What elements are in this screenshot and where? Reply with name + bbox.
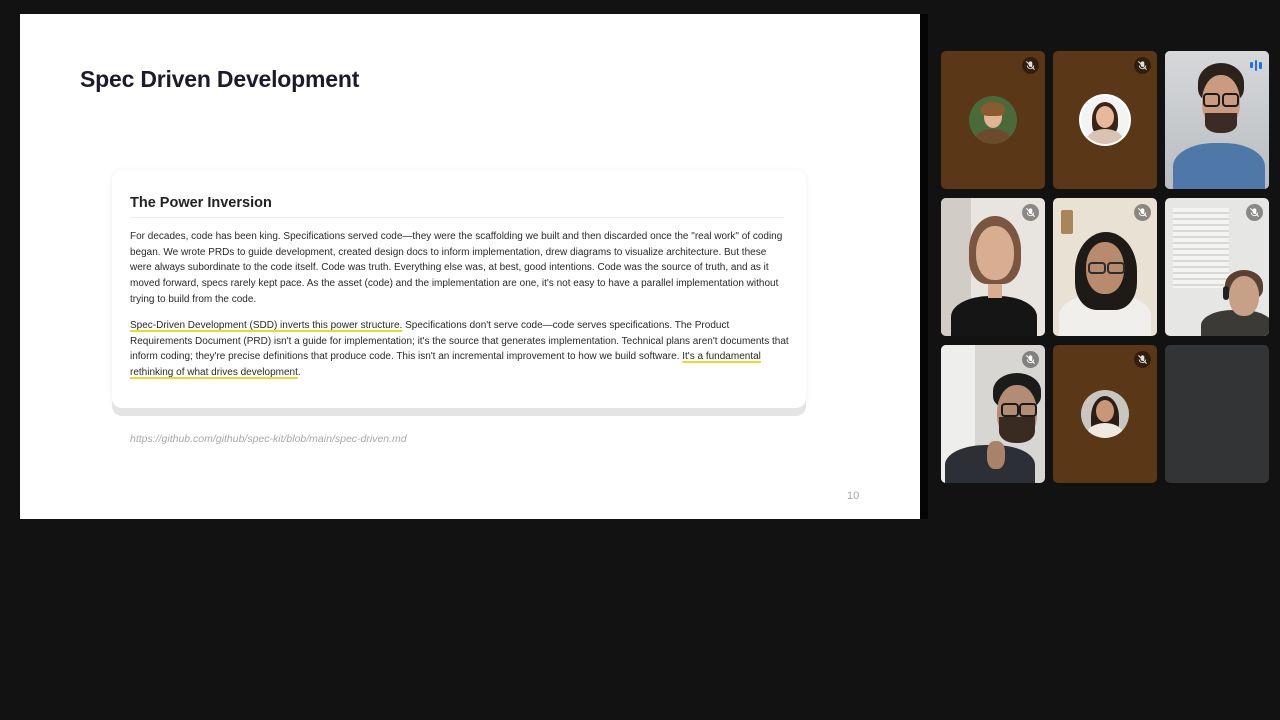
avatar xyxy=(1081,96,1129,144)
card-heading: The Power Inversion xyxy=(130,195,272,211)
audio-level-icon xyxy=(1249,58,1263,72)
mic-off-icon xyxy=(1134,57,1151,74)
card-divider xyxy=(130,217,784,218)
quote-card: The Power Inversion For decades, code ha… xyxy=(112,170,806,408)
slide-edge xyxy=(920,14,928,519)
participant-tile[interactable] xyxy=(1053,345,1157,483)
paragraph-text: . xyxy=(297,367,301,379)
participant-tile[interactable] xyxy=(941,51,1045,189)
slide-title: Spec Driven Development xyxy=(80,66,360,92)
source-link: https://github.com/github/spec-kit/blob/… xyxy=(130,433,407,445)
presentation-slide: Spec Driven Development The Power Invers… xyxy=(20,14,920,519)
card-paragraph-2: Spec-Driven Development (SDD) inverts th… xyxy=(130,318,790,381)
mic-off-icon xyxy=(1022,351,1039,368)
mic-off-icon xyxy=(1246,204,1263,221)
participant-tile[interactable] xyxy=(1053,198,1157,336)
participant-tile[interactable] xyxy=(941,345,1045,483)
avatar xyxy=(969,96,1017,144)
mic-off-icon xyxy=(1134,204,1151,221)
empty-participant-tile xyxy=(1165,345,1269,483)
avatar xyxy=(1081,390,1129,438)
participant-tile[interactable] xyxy=(1053,51,1157,189)
participant-tile[interactable] xyxy=(1165,198,1269,336)
mic-off-icon xyxy=(1022,204,1039,221)
participant-tile[interactable] xyxy=(941,198,1045,336)
participant-tile-active-speaker[interactable] xyxy=(1165,51,1269,189)
mic-off-icon xyxy=(1022,57,1039,74)
slide-page-number: 10 xyxy=(847,490,860,502)
highlighted-text: Spec-Driven Development (SDD) inverts th… xyxy=(130,320,403,331)
mic-off-icon xyxy=(1134,351,1151,368)
card-paragraph-1: For decades, code has been king. Specifi… xyxy=(130,231,783,305)
